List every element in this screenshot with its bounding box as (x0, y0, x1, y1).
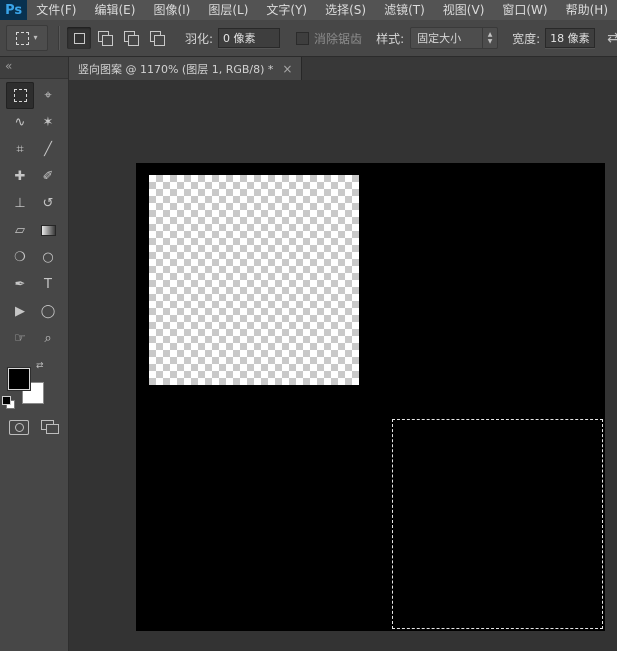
zoom-icon: ⌕ (44, 331, 52, 346)
tools-panel: « ⌖ ∿ ✶ ⌗ ╱ ✚ ✐ ⊥ ↺ ▱ ❍ ○ ✒ T ▶ ◯ ☞ ⌕ ⇄ (0, 57, 69, 651)
blur-icon: ❍ (14, 250, 26, 265)
menu-type[interactable]: 文字(Y) (257, 0, 316, 20)
transparent-region (149, 175, 359, 385)
menu-select[interactable]: 选择(S) (316, 0, 375, 20)
menu-image[interactable]: 图像(I) (144, 0, 199, 20)
pasteboard (69, 80, 617, 651)
menu-file[interactable]: 文件(F) (27, 0, 85, 20)
close-icon[interactable]: × (282, 62, 292, 76)
pen-icon: ✒ (14, 277, 26, 292)
antialias-checkbox[interactable] (296, 31, 310, 45)
screen-mode-button[interactable] (41, 420, 59, 434)
tool-preset-picker[interactable]: ▾ (6, 25, 48, 51)
tool-clone-stamp[interactable]: ⊥ (6, 190, 34, 217)
subtract-from-selection-button[interactable] (119, 27, 143, 49)
menu-window[interactable]: 窗口(W) (493, 0, 556, 20)
menu-view[interactable]: 视图(V) (434, 0, 494, 20)
tool-path-selection[interactable]: ▶ (6, 298, 34, 325)
tool-eyedropper[interactable]: ╱ (34, 136, 62, 163)
color-swatches: ⇄ (0, 360, 68, 412)
healing-brush-icon: ✚ (14, 169, 26, 184)
tool-gradient[interactable] (34, 217, 62, 244)
intersect-selection-button[interactable] (145, 27, 169, 49)
tool-magic-wand[interactable]: ✶ (34, 109, 62, 136)
separator (58, 26, 59, 50)
style-label: 样式: (376, 31, 405, 46)
rectangular-marquee-icon (16, 31, 30, 45)
tool-lasso[interactable]: ∿ (6, 109, 34, 136)
ps-logo: Ps (0, 0, 28, 20)
tool-dodge[interactable]: ○ (34, 244, 62, 271)
feather-input[interactable] (218, 28, 281, 48)
menu-help[interactable]: 帮助(H) (557, 0, 617, 20)
screen-mode-icon (46, 424, 59, 434)
menu-layer[interactable]: 图层(L) (199, 0, 257, 20)
style-value: 固定大小 (417, 32, 462, 45)
width-input[interactable] (545, 28, 596, 48)
chevron-down-icon: ▾ (33, 33, 38, 42)
collapse-icon: « (5, 59, 13, 73)
ellipse-shape-icon: ◯ (40, 304, 56, 319)
antialias-label: 消除锯齿 (314, 31, 363, 46)
swap-colors-icon[interactable]: ⇄ (36, 361, 44, 371)
rectangular-marquee-icon (13, 89, 27, 102)
tool-ellipse-shape[interactable]: ◯ (34, 298, 62, 325)
tool-crop[interactable]: ⌗ (6, 136, 34, 163)
tool-healing-brush[interactable]: ✚ (6, 163, 34, 190)
move-icon: ⌖ (44, 88, 52, 103)
menu-edit[interactable]: 编辑(E) (85, 0, 144, 20)
menu-bar: Ps 文件(F) 编辑(E) 图像(I) 图层(L) 文字(Y) 选择(S) 滤… (0, 0, 617, 20)
document-tab[interactable]: 竖向图案 @ 1170% (图层 1, RGB/8) * × (69, 57, 303, 80)
quick-mask-icon (15, 423, 24, 432)
menu-filter[interactable]: 滤镜(T) (375, 0, 434, 20)
style-dropdown[interactable]: 固定大小 ▲ ▼ (410, 27, 499, 49)
tool-move[interactable]: ⌖ (34, 82, 62, 109)
swap-dimensions-icon[interactable]: ⇄ (607, 30, 617, 46)
path-selection-icon: ▶ (15, 304, 25, 319)
hand-icon: ☞ (14, 331, 26, 346)
collapse-panel-button[interactable]: « (0, 57, 68, 79)
clone-stamp-icon: ⊥ (14, 196, 26, 211)
document-canvas[interactable] (136, 163, 605, 631)
lasso-icon: ∿ (14, 115, 26, 130)
photoshop-window: Ps 文件(F) 编辑(E) 图像(I) 图层(L) 文字(Y) 选择(S) 滤… (0, 0, 617, 651)
new-selection-button[interactable] (67, 27, 91, 49)
tool-rectangular-marquee[interactable] (6, 82, 34, 109)
tool-pen[interactable]: ✒ (6, 271, 34, 298)
document-tab-bar: 竖向图案 @ 1170% (图层 1, RGB/8) * × (69, 57, 617, 80)
tool-eraser[interactable]: ▱ (6, 217, 34, 244)
history-brush-icon: ↺ (42, 196, 54, 211)
stepper-arrows-icon[interactable]: ▲ ▼ (482, 28, 497, 48)
brush-icon: ✐ (42, 169, 54, 184)
eraser-icon: ▱ (15, 223, 25, 238)
tool-blur[interactable]: ❍ (6, 244, 34, 271)
gradient-icon (40, 225, 56, 236)
tool-history-brush[interactable]: ↺ (34, 190, 62, 217)
add-to-selection-button[interactable] (93, 27, 117, 49)
marching-ants-selection (392, 419, 603, 629)
tool-zoom[interactable]: ⌕ (34, 325, 62, 352)
default-colors-icon[interactable] (2, 396, 15, 409)
options-bar: ▾ 羽化: 消除锯齿 样式: 固定大小 ▲ ▼ (0, 20, 617, 57)
width-label: 宽度: (512, 31, 541, 46)
document-tab-title: 竖向图案 @ 1170% (图层 1, RGB/8) * (78, 62, 274, 76)
tool-hand[interactable]: ☞ (6, 325, 34, 352)
dodge-icon: ○ (42, 250, 54, 265)
tool-grid: ⌖ ∿ ✶ ⌗ ╱ ✚ ✐ ⊥ ↺ ▱ ❍ ○ ✒ T ▶ ◯ ☞ ⌕ (6, 82, 62, 352)
new-selection-icon (74, 33, 85, 44)
magic-wand-icon: ✶ (42, 115, 54, 130)
feather-label: 羽化: (185, 31, 214, 46)
tool-brush[interactable]: ✐ (34, 163, 62, 190)
toolbar-bottom (0, 420, 68, 435)
crop-icon: ⌗ (16, 142, 24, 157)
tool-type[interactable]: T (34, 271, 62, 298)
eyedropper-icon: ╱ (44, 142, 52, 157)
type-icon: T (44, 277, 52, 292)
foreground-color-swatch[interactable] (8, 368, 30, 390)
quick-mask-button[interactable] (9, 420, 29, 435)
